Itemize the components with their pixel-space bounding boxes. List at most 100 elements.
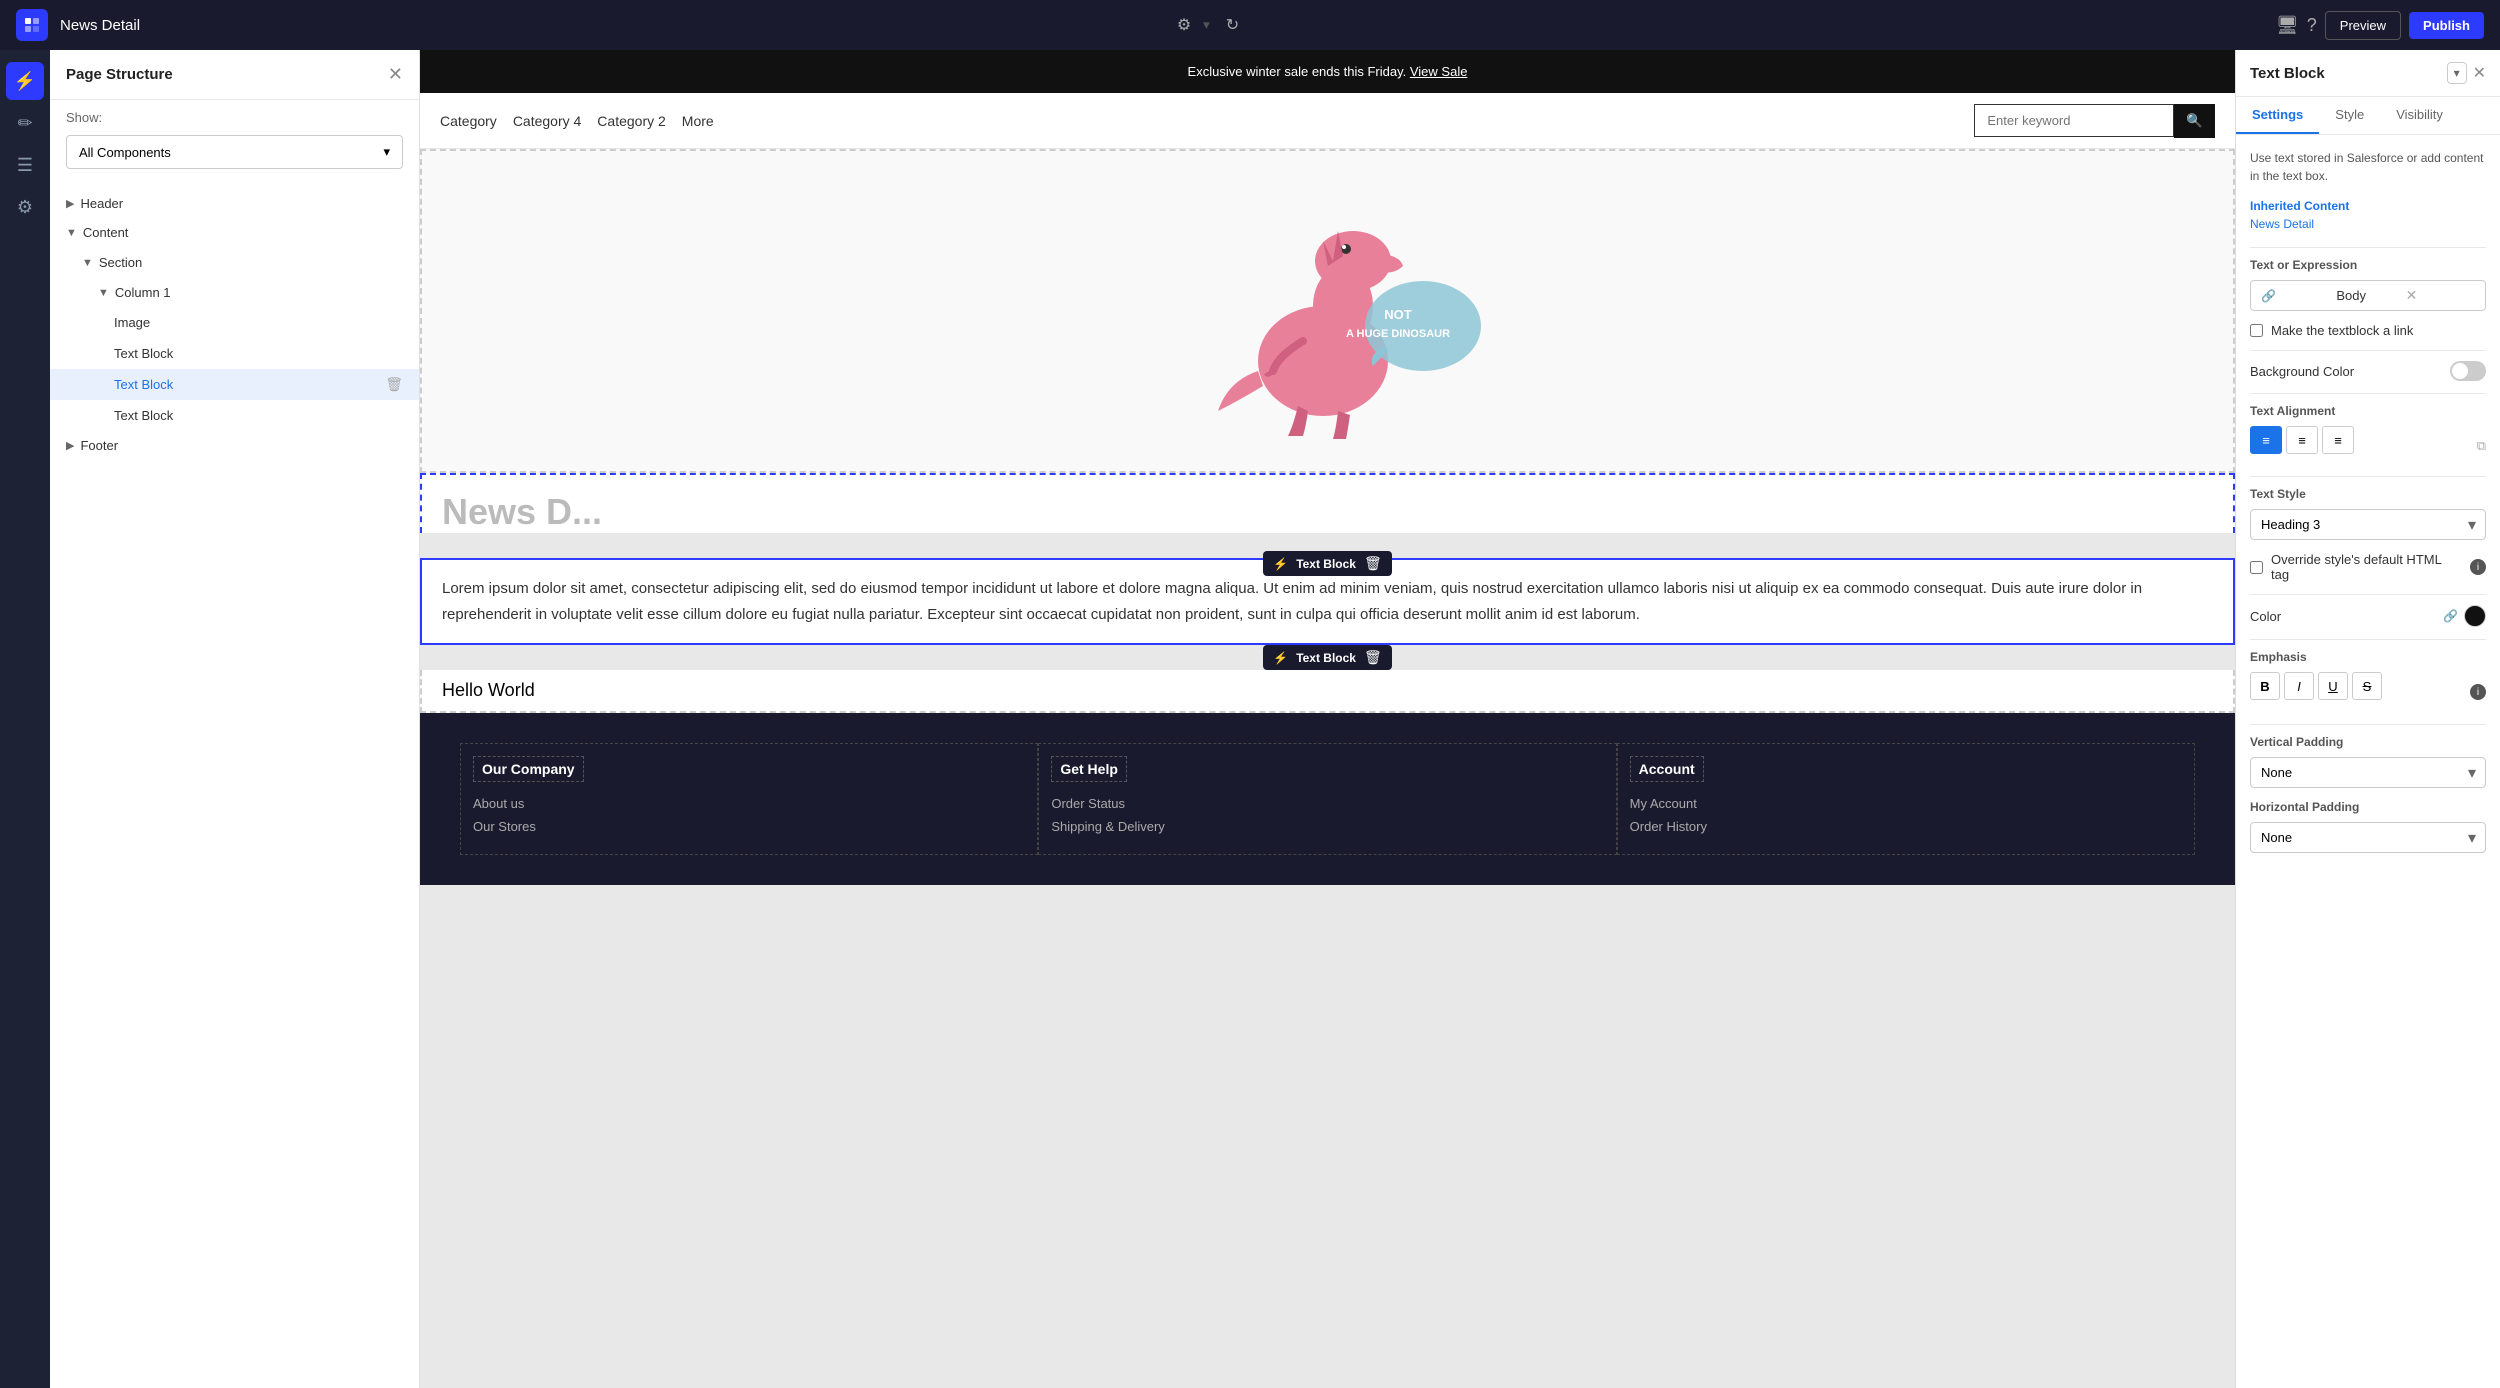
search-input[interactable] xyxy=(1974,104,2174,137)
nav-category4-link[interactable]: Category 4 xyxy=(513,113,581,129)
search-button[interactable]: 🔍 xyxy=(2174,104,2215,138)
svg-text:NOT: NOT xyxy=(1384,307,1412,322)
float-toolbar-2: ⚡ Text Block 🗑 xyxy=(1263,645,1392,670)
help-icon[interactable]: ? xyxy=(2307,15,2317,36)
float-label-2[interactable]: Text Block xyxy=(1296,651,1356,665)
align-center-button[interactable]: ≡ xyxy=(2286,426,2318,454)
nav-more-link[interactable]: More xyxy=(682,113,714,129)
preview-button[interactable]: Preview xyxy=(2325,11,2401,40)
align-right-button[interactable]: ≡ xyxy=(2322,426,2354,454)
rp-description: Use text stored in Salesforce or add con… xyxy=(2250,149,2486,185)
strikethrough-button[interactable]: S xyxy=(2352,672,2382,700)
tree-item-textblock2[interactable]: Text Block 🗑 xyxy=(50,369,419,400)
icon-sidebar: ⚡ ✏ ☰ ⚙ xyxy=(0,50,50,1388)
right-panel-header: Text Block ▾ ✕ xyxy=(2236,50,2500,97)
text-expression-input[interactable]: 🔗 Body ✕ xyxy=(2250,280,2486,311)
gear-icon[interactable]: ⚙ xyxy=(1177,15,1191,35)
override-html-checkbox[interactable] xyxy=(2250,561,2263,574)
tree-item-textblock1[interactable]: Text Block 🗑 xyxy=(50,338,419,369)
bold-button[interactable]: B xyxy=(2250,672,2280,700)
info-icon[interactable]: i xyxy=(2470,559,2486,575)
bg-color-toggle[interactable] xyxy=(2450,361,2486,381)
tree-item-content[interactable]: ▼ Content xyxy=(50,218,419,247)
tree-item-column1[interactable]: ▼ Column 1 xyxy=(50,278,419,307)
sidebar-menu-icon[interactable]: ☰ xyxy=(6,146,44,184)
divider-1 xyxy=(2250,247,2486,248)
footer-col-help: Get Help Order Status Shipping & Deliver… xyxy=(1038,743,1616,855)
tree-item-footer[interactable]: ▶ Footer xyxy=(50,431,419,460)
emphasis-info-icon[interactable]: i xyxy=(2470,684,2486,700)
inherited-content-value: News Detail xyxy=(2250,217,2486,231)
color-link-icon[interactable]: 🔗 xyxy=(2443,609,2458,623)
news-title-section: News D... ⚡ Text Block 🗑 xyxy=(420,473,2235,558)
page-structure-close-button[interactable]: ✕ xyxy=(388,64,403,85)
nav-category2-link[interactable]: Category 2 xyxy=(597,113,665,129)
float-toolbar-container-2: ⚡ Text Block 🗑 xyxy=(420,645,2235,670)
app-logo xyxy=(16,9,48,41)
tab-settings[interactable]: Settings xyxy=(2236,97,2319,134)
align-left-button[interactable]: ≡ xyxy=(2250,426,2282,454)
sale-text: Exclusive winter sale ends this Friday. xyxy=(1188,64,1407,79)
footer-link-order-status[interactable]: Order Status xyxy=(1051,796,1603,811)
footer-col-company: Our Company About us Our Stores xyxy=(460,743,1038,855)
footer-link-shipping[interactable]: Shipping & Delivery xyxy=(1051,819,1603,834)
footer-columns: Our Company About us Our Stores Get Help… xyxy=(460,743,2195,855)
vertical-padding-select[interactable]: None Small Medium Large xyxy=(2250,757,2486,788)
underline-button[interactable]: U xyxy=(2318,672,2348,700)
arrow-icon: ▼ xyxy=(66,227,77,239)
tree-label-content: Content xyxy=(83,225,129,240)
dropdown-arrow-icon[interactable]: ▾ xyxy=(1203,17,1210,33)
emphasis-label: Emphasis xyxy=(2250,650,2486,664)
vertical-padding-label: Vertical Padding xyxy=(2250,735,2486,749)
view-sale-link[interactable]: View Sale xyxy=(1410,64,1468,79)
footer-link-about[interactable]: About us xyxy=(473,796,1025,811)
body-text-content: Lorem ipsum dolor sit amet, consectetur … xyxy=(442,576,2213,627)
tree-label-image: Image xyxy=(114,315,150,330)
color-swatch[interactable] xyxy=(2464,605,2486,627)
footer-link-stores[interactable]: Our Stores xyxy=(473,819,1025,834)
float-delete-2[interactable]: 🗑 xyxy=(1364,649,1382,666)
divider-7 xyxy=(2250,724,2486,725)
tab-style[interactable]: Style xyxy=(2319,97,2380,134)
tree-item-textblock3[interactable]: Text Block 🗑 xyxy=(50,400,419,431)
rp-action-btn-1[interactable]: ▾ xyxy=(2447,62,2467,84)
divider-2 xyxy=(2250,350,2486,351)
page-structure-title: Page Structure xyxy=(66,66,173,83)
make-link-checkbox[interactable] xyxy=(2250,324,2263,337)
page-title: News Detail xyxy=(60,17,140,34)
dropdown-value: All Components xyxy=(79,145,171,160)
override-html-row: Override style's default HTML tag i xyxy=(2250,552,2486,582)
tree-label-textblock1: Text Block xyxy=(114,346,173,361)
text-style-select[interactable]: None Heading 1 Heading 2 Heading 3 Headi… xyxy=(2250,509,2486,540)
tab-visibility[interactable]: Visibility xyxy=(2380,97,2459,134)
sidebar-lightning-icon[interactable]: ⚡ xyxy=(6,62,44,100)
emphasis-row: B I U S i xyxy=(2250,672,2486,712)
hello-world-block: Hello World xyxy=(420,670,2235,713)
show-label: Show: xyxy=(50,100,419,135)
tree-label-textblock2: Text Block xyxy=(114,377,173,392)
footer-link-order-history[interactable]: Order History xyxy=(1630,819,2182,834)
refresh-icon[interactable]: ↻ xyxy=(1226,15,1239,35)
horizontal-padding-select[interactable]: None Small Medium Large xyxy=(2250,822,2486,853)
clear-text-icon[interactable]: ✕ xyxy=(2406,287,2475,304)
copy-alignment-icon[interactable]: ⧉ xyxy=(2477,438,2486,454)
tree-item-image[interactable]: Image 🗑 xyxy=(50,307,419,338)
delete-textblock2-icon[interactable]: 🗑 xyxy=(385,376,403,393)
publish-button[interactable]: Publish xyxy=(2409,12,2484,39)
nav-category-link[interactable]: Category xyxy=(440,113,497,129)
tree-item-header[interactable]: ▶ Header xyxy=(50,189,419,218)
italic-button[interactable]: I xyxy=(2284,672,2314,700)
all-components-dropdown[interactable]: All Components ▾ xyxy=(66,135,403,169)
vertical-padding-select-row: None Small Medium Large xyxy=(2250,757,2486,788)
footer-link-my-account[interactable]: My Account xyxy=(1630,796,2182,811)
float-delete-1[interactable]: 🗑 xyxy=(1364,555,1382,572)
right-panel-tabs: Settings Style Visibility xyxy=(2236,97,2500,135)
rp-close-button[interactable]: ✕ xyxy=(2473,62,2486,84)
sidebar-settings-icon[interactable]: ⚙ xyxy=(6,188,44,226)
page-structure-panel: Page Structure ✕ Show: All Components ▾ … xyxy=(50,50,420,1388)
monitor-icon[interactable]: 🖥 xyxy=(2276,15,2299,36)
float-label-1[interactable]: Text Block xyxy=(1296,557,1356,571)
sidebar-edit-icon[interactable]: ✏ xyxy=(6,104,44,142)
arrow-icon: ▶ xyxy=(66,439,74,452)
tree-item-section[interactable]: ▼ Section 🗑 xyxy=(50,247,419,278)
